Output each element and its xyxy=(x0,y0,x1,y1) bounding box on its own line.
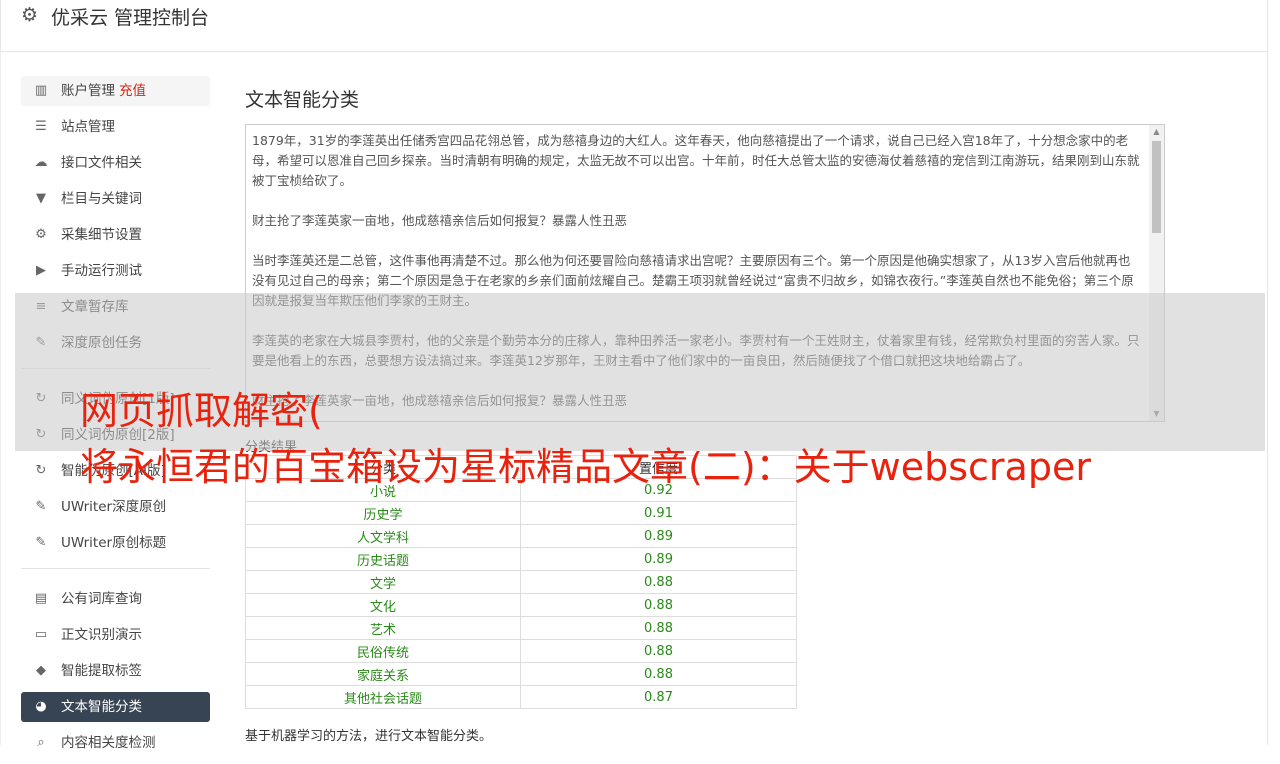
scrollbar-thumb[interactable] xyxy=(1152,141,1161,233)
sidebar-item[interactable]: ▶ 手动运行测试 xyxy=(21,256,210,286)
sidebar-item-label: 智能提取标签 xyxy=(61,663,142,679)
cogs-icon: ⚙ xyxy=(35,227,47,242)
recharge-link[interactable]: 充值 xyxy=(119,83,146,99)
top-header: ⚙ 优采云 管理控制台 xyxy=(0,0,1268,52)
edit-icon: ✎ xyxy=(35,499,47,514)
table-row: 人文学科 0.89 xyxy=(245,524,797,548)
sidebar-item[interactable]: ◕ 文本智能分类 xyxy=(21,692,210,722)
category-cell: 历史学 xyxy=(245,501,521,525)
sidebar-item-label: 手动运行测试 xyxy=(61,263,142,279)
confidence-cell: 0.88 xyxy=(520,616,797,640)
sidebar-item[interactable]: ☁ 接口文件相关 xyxy=(21,148,210,178)
monitor-icon: ▭ xyxy=(34,627,48,642)
sidebar-item[interactable]: ✎ UWriter原创标题 xyxy=(21,528,210,558)
page-title: 文本智能分类 xyxy=(245,89,360,111)
sidebar-item[interactable]: ▭ 正文识别演示 xyxy=(21,620,210,650)
category-cell: 其他社会话题 xyxy=(245,685,521,709)
category-cell: 历史话题 xyxy=(245,547,521,571)
play-circle-icon: ▶ xyxy=(36,263,46,278)
server-icon: ☰ xyxy=(35,119,47,134)
sidebar-item[interactable]: ☰ 站点管理 xyxy=(21,112,210,142)
table-row: 文化 0.88 xyxy=(245,593,797,617)
sidebar-item-label: 栏目与关键词 xyxy=(61,191,142,207)
confidence-cell: 0.89 xyxy=(520,524,797,548)
edit-icon: ✎ xyxy=(35,535,47,550)
pie-chart-icon: ◕ xyxy=(35,699,47,714)
frame-left-border xyxy=(0,52,1,745)
sidebar-item[interactable]: ✎ UWriter深度原创 xyxy=(21,492,210,522)
sidebar-item-label: UWriter原创标题 xyxy=(61,535,167,551)
scroll-up-icon[interactable]: ▲ xyxy=(1149,125,1164,139)
text-paragraph: 财主抢了李莲英家一亩地，他成慈禧亲信后如何报复？暴露人性丑恶 xyxy=(252,213,628,228)
filter-icon: ▼ xyxy=(36,191,46,206)
cloud-upload-icon: ☁ xyxy=(34,155,48,170)
sidebar-item-label: 接口文件相关 xyxy=(61,155,142,171)
sidebar-item-label: 内容相关度检测 xyxy=(61,735,156,751)
table-row: 历史学 0.91 xyxy=(245,501,797,525)
category-cell: 文学 xyxy=(245,570,521,594)
sidebar-item[interactable]: ▥ 账户管理 充值 xyxy=(21,76,210,106)
sidebar-item[interactable]: ⚙ 采集细节设置 xyxy=(21,220,210,250)
sidebar-item[interactable]: ▤ 公有词库查询 xyxy=(21,584,210,614)
category-cell: 民俗传统 xyxy=(245,639,521,663)
category-cell: 家庭关系 xyxy=(245,662,521,686)
text-paragraph: 1879年，31岁的李莲英出任储秀宫四品花翎总管，成为慈禧身边的大红人。这年春天… xyxy=(252,133,1140,188)
sidebar-item[interactable]: ▼ 栏目与关键词 xyxy=(21,184,210,214)
confidence-cell: 0.87 xyxy=(520,685,797,709)
gear-icon[interactable]: ⚙ xyxy=(21,4,38,26)
confidence-cell: 0.88 xyxy=(520,570,797,594)
sidebar-item-label: 文本智能分类 xyxy=(61,699,142,715)
bar-chart-icon: ▥ xyxy=(34,83,48,98)
classification-table: 分类 置信度 小说 0.92 历史学 0.91 人文学科 0.89 历史话题 0.89 文学 0.… xyxy=(245,455,797,709)
category-cell: 艺术 xyxy=(245,616,521,640)
table-row: 其他社会话题 0.87 xyxy=(245,685,797,709)
watermark-line-2: 将永恒君的百宝箱设为星标精品文章(二)：关于webscraper xyxy=(80,445,1091,489)
table-row: 家庭关系 0.88 xyxy=(245,662,797,686)
confidence-cell: 0.89 xyxy=(520,547,797,571)
sidebar-item-label: UWriter深度原创 xyxy=(61,499,167,515)
confidence-cell: 0.91 xyxy=(520,501,797,525)
sidebar-item-label: 公有词库查询 xyxy=(61,591,142,607)
table-row: 艺术 0.88 xyxy=(245,616,797,640)
sidebar-item-label: 账户管理 xyxy=(61,83,115,99)
confidence-cell: 0.88 xyxy=(520,639,797,663)
sidebar-item-label: 正文识别演示 xyxy=(61,627,142,643)
book-icon: ▤ xyxy=(34,591,48,606)
search-icon: ⌕ xyxy=(37,735,45,750)
table-row: 文学 0.88 xyxy=(245,570,797,594)
console-title: 优采云 管理控制台 xyxy=(51,7,210,29)
frame-right-border xyxy=(1267,52,1268,745)
refresh-icon: ↻ xyxy=(35,463,47,478)
category-cell: 人文学科 xyxy=(245,524,521,548)
sidebar-item[interactable]: ◆ 智能提取标签 xyxy=(21,656,210,686)
footnote: 基于机器学习的方法，进行文本智能分类。 xyxy=(245,729,493,744)
table-row: 民俗传统 0.88 xyxy=(245,639,797,663)
sidebar-item-label: 采集细节设置 xyxy=(61,227,142,243)
confidence-cell: 0.88 xyxy=(520,662,797,686)
sidebar-item-label: 站点管理 xyxy=(61,119,115,135)
table-row: 历史话题 0.89 xyxy=(245,547,797,571)
sidebar-divider xyxy=(21,568,210,569)
confidence-cell: 0.88 xyxy=(520,593,797,617)
category-cell: 文化 xyxy=(245,593,521,617)
tag-icon: ◆ xyxy=(36,663,46,678)
watermark-line-1: 网页抓取解密( xyxy=(80,389,323,433)
sidebar-item[interactable]: ⌕ 内容相关度检测 xyxy=(21,728,210,758)
